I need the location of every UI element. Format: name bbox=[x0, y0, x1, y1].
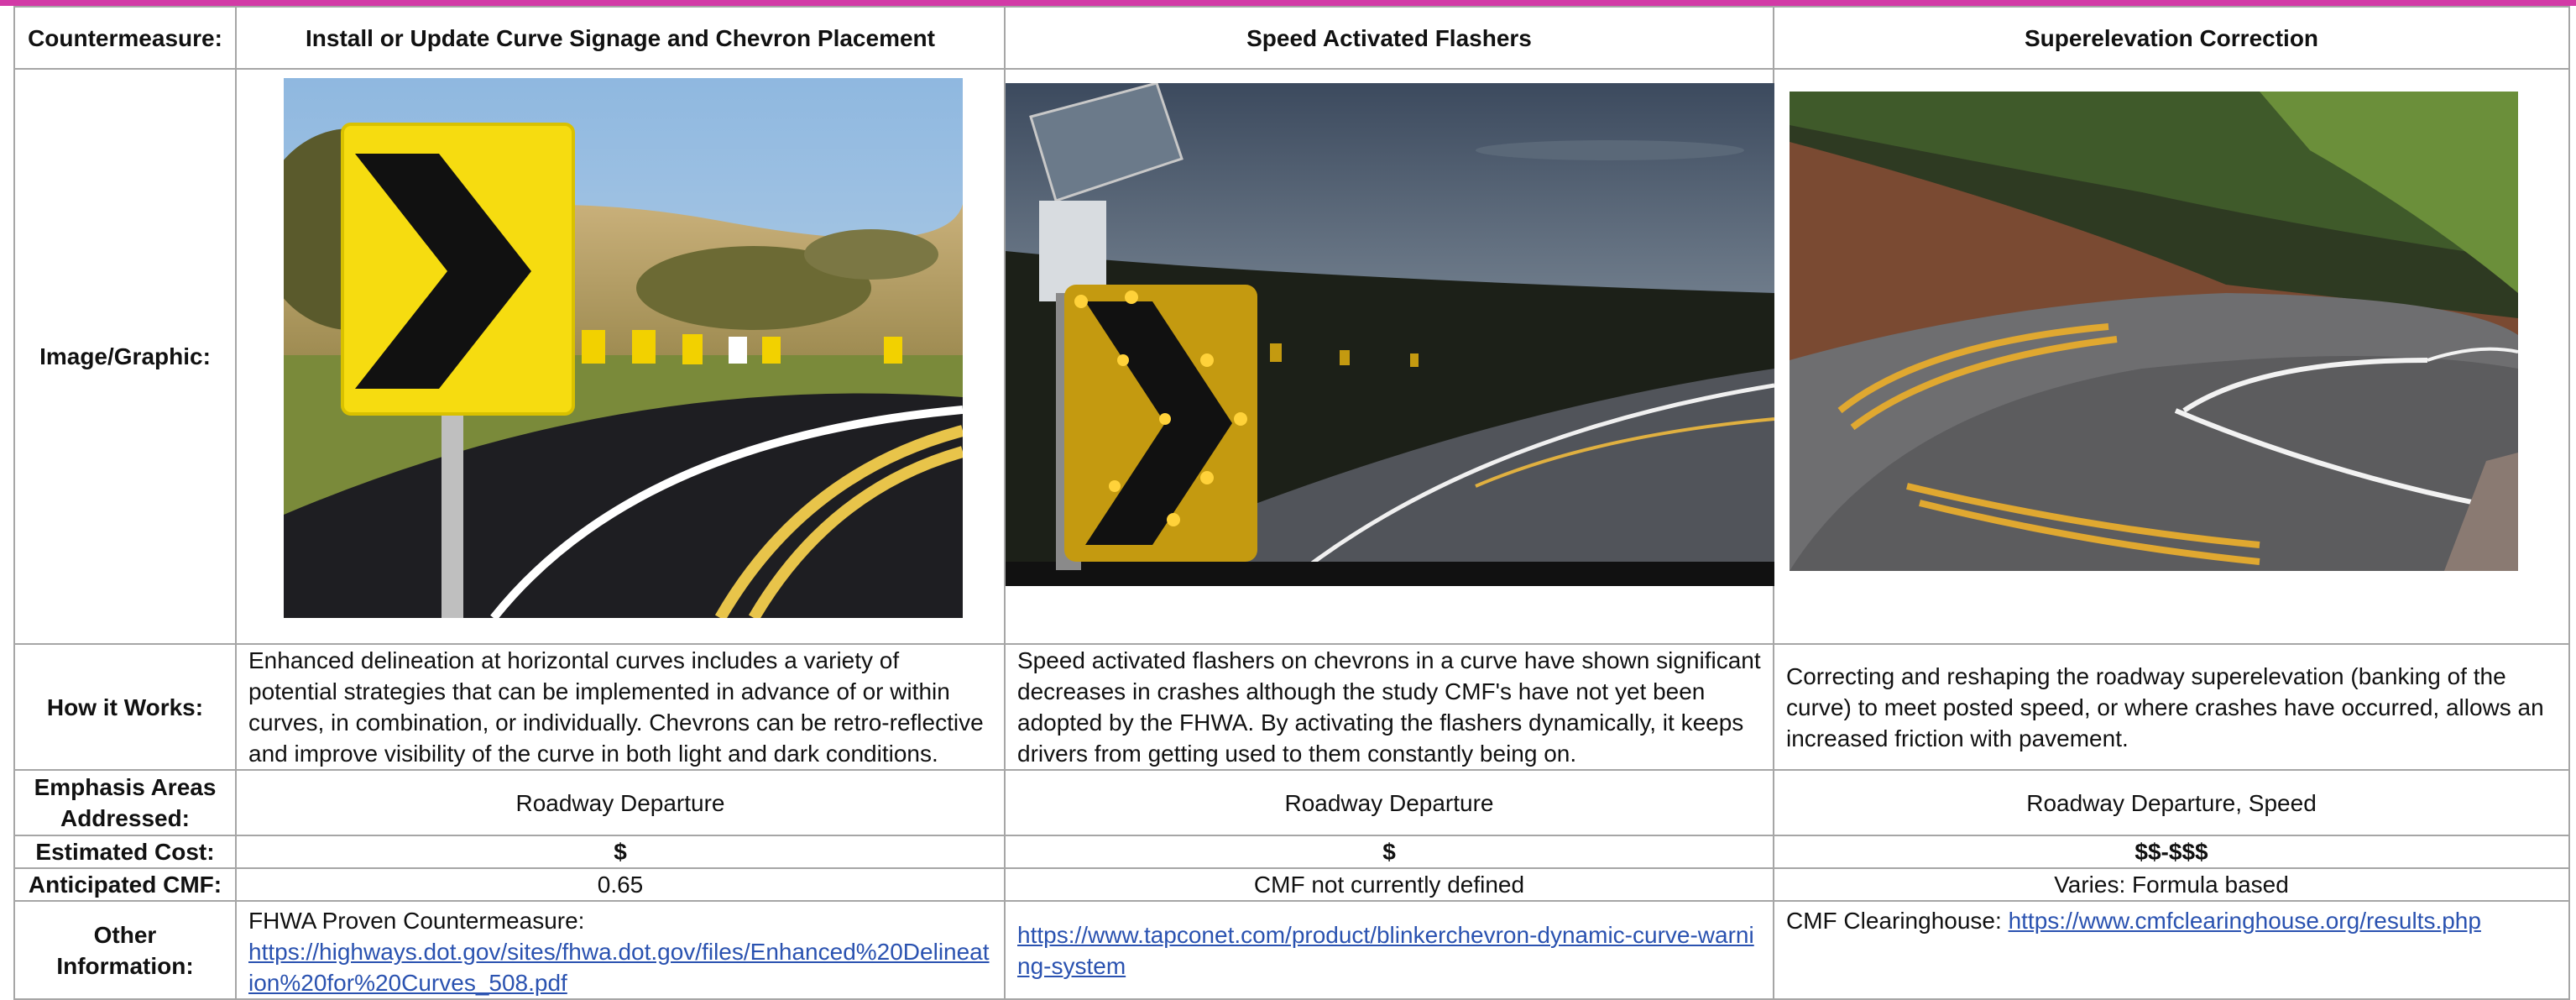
row-estimated-cost: Estimated Cost: $ $ $$-$$$ bbox=[13, 835, 2570, 869]
cost-2: $ bbox=[1004, 835, 1774, 869]
label-countermeasure: Countermeasure: bbox=[13, 6, 237, 70]
label-emphasis-areas: Emphasis Areas Addressed: bbox=[13, 769, 237, 836]
row-emphasis-areas: Emphasis Areas Addressed: Roadway Depart… bbox=[13, 769, 2570, 836]
cost-1: $ bbox=[235, 835, 1006, 869]
other-text-3: CMF Clearinghouse: bbox=[1786, 908, 2002, 934]
other-info-3: CMF Clearinghouse: https://www.cmfcleari… bbox=[1773, 900, 2570, 1000]
title-curve-signage: Install or Update Curve Signage and Chev… bbox=[235, 6, 1006, 70]
emphasis-2: Roadway Departure bbox=[1004, 769, 1774, 836]
tapconet-link[interactable]: https://www.tapconet.com/product/blinker… bbox=[1017, 922, 1754, 979]
speed-activated-flasher-photo bbox=[1006, 83, 1774, 586]
row-how-it-works: How it Works: Enhanced delineation at ho… bbox=[13, 643, 2570, 771]
countermeasure-table: Countermeasure: Install or Update Curve … bbox=[13, 6, 2570, 1000]
top-accent-bar bbox=[0, 0, 2576, 6]
emphasis-3: Roadway Departure, Speed bbox=[1773, 769, 2570, 836]
row-countermeasure: Countermeasure: Install or Update Curve … bbox=[13, 6, 2570, 70]
how-it-works-1: Enhanced delineation at horizontal curve… bbox=[235, 643, 1006, 771]
winding-road-photo bbox=[1790, 92, 2518, 571]
image-cell-2 bbox=[1004, 68, 1774, 645]
row-other-information: Other Information: FHWA Proven Counterme… bbox=[13, 900, 2570, 1000]
chevron-sign-photo bbox=[284, 78, 963, 618]
cmf-2: CMF not currently defined bbox=[1004, 867, 1774, 902]
other-info-2: https://www.tapconet.com/product/blinker… bbox=[1004, 900, 1774, 1000]
cmf-3: Varies: Formula based bbox=[1773, 867, 2570, 902]
cmf-clearinghouse-link[interactable]: https://www.cmfclearinghouse.org/results… bbox=[2009, 908, 2481, 934]
title-speed-flashers: Speed Activated Flashers bbox=[1004, 6, 1774, 70]
fhwa-link[interactable]: https://highways.dot.gov/sites/fhwa.dot.… bbox=[248, 939, 990, 996]
other-info-1: FHWA Proven Countermeasure: https://high… bbox=[235, 900, 1006, 1000]
label-estimated-cost: Estimated Cost: bbox=[13, 835, 237, 869]
row-image: Image/Graphic: bbox=[13, 68, 2570, 645]
row-anticipated-cmf: Anticipated CMF: 0.65 CMF not currently … bbox=[13, 867, 2570, 902]
label-anticipated-cmf: Anticipated CMF: bbox=[13, 867, 237, 902]
how-it-works-2: Speed activated flashers on chevrons in … bbox=[1004, 643, 1774, 771]
cost-3: $$-$$$ bbox=[1773, 835, 2570, 869]
label-how-it-works: How it Works: bbox=[13, 643, 237, 771]
how-it-works-3: Correcting and reshaping the roadway sup… bbox=[1773, 643, 2570, 771]
emphasis-1: Roadway Departure bbox=[235, 769, 1006, 836]
title-superelevation: Superelevation Correction bbox=[1773, 6, 2570, 70]
other-text-1: FHWA Proven Countermeasure: bbox=[248, 908, 585, 934]
image-cell-3 bbox=[1773, 68, 2570, 645]
cmf-1: 0.65 bbox=[235, 867, 1006, 902]
label-other-information: Other Information: bbox=[13, 900, 237, 1000]
image-cell-1 bbox=[235, 68, 1006, 645]
label-image: Image/Graphic: bbox=[13, 68, 237, 645]
